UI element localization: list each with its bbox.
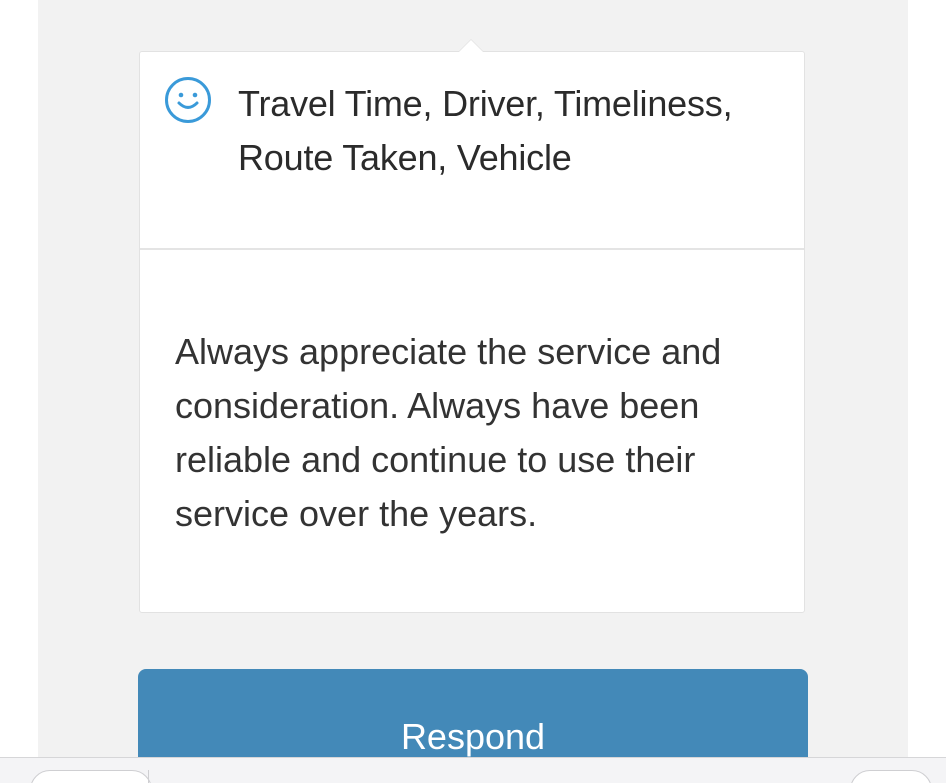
card-pointer-arrow bbox=[458, 39, 484, 52]
review-card-header: Travel Time, Driver, Timeliness, Route T… bbox=[140, 52, 804, 250]
review-screen: Travel Time, Driver, Timeliness, Route T… bbox=[0, 0, 946, 783]
review-card: Travel Time, Driver, Timeliness, Route T… bbox=[139, 39, 805, 613]
toolbar-left-control[interactable] bbox=[30, 770, 152, 783]
review-categories: Travel Time, Driver, Timeliness, Route T… bbox=[238, 83, 733, 178]
review-comment: Always appreciate the service and consid… bbox=[175, 331, 722, 534]
respond-button[interactable]: Respond bbox=[138, 669, 808, 769]
toolbar-right-control[interactable] bbox=[850, 770, 932, 783]
smiley-icon bbox=[165, 77, 211, 123]
toolbar-divider bbox=[148, 770, 149, 783]
